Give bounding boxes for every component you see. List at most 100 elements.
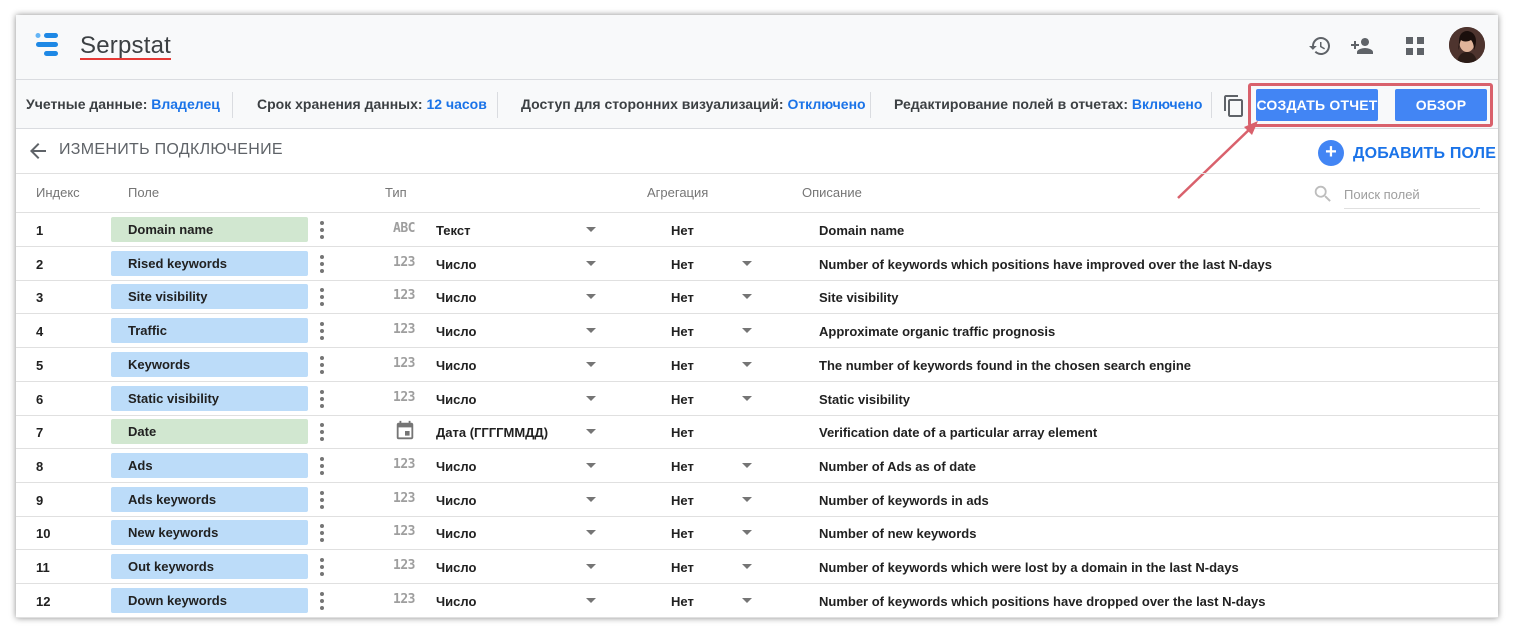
back-arrow-icon[interactable] — [26, 139, 50, 163]
add-person-icon[interactable] — [1350, 34, 1374, 58]
more-vert-icon[interactable] — [315, 320, 329, 342]
info-credentials-value[interactable]: Владелец — [151, 96, 220, 112]
field-name-chip[interactable]: Rised keywords — [111, 250, 308, 276]
aggregation-dropdown-caret-icon[interactable] — [742, 260, 752, 266]
aggregation-select[interactable]: Нет — [671, 560, 694, 575]
field-name-chip[interactable]: Traffic — [111, 318, 308, 344]
aggregation-dropdown-caret-icon[interactable] — [742, 328, 752, 334]
field-name-chip[interactable]: Static visibility — [111, 385, 308, 411]
field-type-select[interactable]: Число — [436, 324, 476, 339]
type-dropdown-caret-icon[interactable] — [586, 530, 596, 536]
type-dropdown-caret-icon[interactable] — [586, 429, 596, 435]
table-row[interactable]: 9 Ads keywords 123 Число Нет Number of k… — [16, 483, 1498, 517]
field-type-select[interactable]: Число — [436, 526, 476, 541]
aggregation-dropdown-caret-icon[interactable] — [742, 462, 752, 468]
more-vert-icon[interactable] — [315, 455, 329, 477]
app-title[interactable]: Serpstat — [80, 32, 171, 60]
type-dropdown-caret-icon[interactable] — [586, 294, 596, 300]
field-name-chip[interactable]: Ads — [111, 452, 308, 478]
field-type-select[interactable]: Число — [436, 594, 476, 609]
history-icon[interactable] — [1308, 34, 1332, 58]
table-row[interactable]: 1 Domain name ABC Текст Нет Domain name — [16, 213, 1498, 247]
table-row[interactable]: 2 Rised keywords 123 Число Нет Number of… — [16, 247, 1498, 281]
more-vert-icon[interactable] — [315, 253, 329, 275]
more-vert-icon[interactable] — [315, 421, 329, 443]
add-field-button[interactable]: ДОБАВИТЬ ПОЛЕ — [1353, 145, 1496, 163]
aggregation-dropdown-caret-icon[interactable] — [742, 361, 752, 367]
field-type-select[interactable]: Число — [436, 257, 476, 272]
field-name-chip[interactable]: Ads keywords — [111, 486, 308, 512]
aggregation-select[interactable]: Нет — [671, 526, 694, 541]
apps-grid-icon[interactable] — [1403, 34, 1427, 58]
field-description[interactable]: The number of keywords found in the chos… — [819, 358, 1191, 373]
field-type-select[interactable]: Текст — [436, 223, 470, 238]
aggregation-select[interactable]: Нет — [671, 223, 694, 238]
info-field-editing-value[interactable]: Включено — [1132, 96, 1203, 112]
field-description[interactable]: Static visibility — [819, 392, 910, 407]
aggregation-select[interactable]: Нет — [671, 290, 694, 305]
more-vert-icon[interactable] — [315, 286, 329, 308]
field-type-select[interactable]: Дата (ГГГГММДД) — [436, 425, 548, 440]
field-type-select[interactable]: Число — [436, 560, 476, 575]
search-fields-input[interactable] — [1344, 181, 1480, 209]
info-community-viz-value[interactable]: Отключено — [787, 96, 865, 112]
field-description[interactable]: Number of Ads as of date — [819, 459, 976, 474]
field-name-chip[interactable]: Down keywords — [111, 587, 308, 613]
aggregation-dropdown-caret-icon[interactable] — [742, 597, 752, 603]
type-dropdown-caret-icon[interactable] — [586, 395, 596, 401]
field-type-select[interactable]: Число — [436, 290, 476, 305]
field-description[interactable]: Number of keywords which positions have … — [819, 257, 1272, 272]
more-vert-icon[interactable] — [315, 489, 329, 511]
type-dropdown-caret-icon[interactable] — [586, 462, 596, 468]
type-dropdown-caret-icon[interactable] — [586, 227, 596, 232]
type-dropdown-caret-icon[interactable] — [586, 328, 596, 334]
overview-button[interactable]: ОБЗОР — [1395, 89, 1487, 121]
aggregation-select[interactable]: Нет — [671, 493, 694, 508]
field-name-chip[interactable]: New keywords — [111, 520, 308, 546]
table-row[interactable]: 8 Ads 123 Число Нет Number of Ads as of … — [16, 449, 1498, 483]
aggregation-dropdown-caret-icon[interactable] — [742, 530, 752, 536]
aggregation-select[interactable]: Нет — [671, 324, 694, 339]
field-name-chip[interactable]: Out keywords — [111, 554, 308, 579]
type-dropdown-caret-icon[interactable] — [586, 597, 596, 603]
field-type-select[interactable]: Число — [436, 392, 476, 407]
edit-connection-link[interactable]: ИЗМЕНИТЬ ПОДКЛЮЧЕНИЕ — [59, 141, 283, 159]
aggregation-dropdown-caret-icon[interactable] — [742, 496, 752, 502]
table-row[interactable]: 11 Out keywords 123 Число Нет Number of … — [16, 550, 1498, 584]
add-circle-icon[interactable]: + — [1318, 140, 1344, 166]
field-description[interactable]: Number of keywords which were lost by a … — [819, 560, 1239, 575]
user-avatar[interactable] — [1449, 27, 1485, 63]
field-type-select[interactable]: Число — [436, 358, 476, 373]
more-vert-icon[interactable] — [315, 219, 329, 241]
info-data-freshness-value[interactable]: 12 часов — [426, 96, 486, 112]
serpstat-logo-icon[interactable] — [34, 32, 70, 58]
aggregation-select[interactable]: Нет — [671, 459, 694, 474]
aggregation-dropdown-caret-icon[interactable] — [742, 395, 752, 401]
field-description[interactable]: Number of new keywords — [819, 526, 976, 541]
table-row[interactable]: 10 New keywords 123 Число Нет Number of … — [16, 516, 1498, 551]
aggregation-dropdown-caret-icon[interactable] — [742, 294, 752, 300]
table-row[interactable]: 7 Date Дата (ГГГГММДД) Нет Verification … — [16, 415, 1498, 450]
field-description[interactable]: Number of keywords which positions have … — [819, 594, 1265, 609]
type-dropdown-caret-icon[interactable] — [586, 260, 596, 266]
aggregation-select[interactable]: Нет — [671, 257, 694, 272]
table-row[interactable]: 3 Site visibility 123 Число Нет Site vis… — [16, 280, 1498, 315]
more-vert-icon[interactable] — [315, 556, 329, 578]
aggregation-dropdown-caret-icon[interactable] — [742, 564, 752, 569]
more-vert-icon[interactable] — [315, 354, 329, 376]
field-description[interactable]: Verification date of a particular array … — [819, 425, 1097, 440]
field-type-select[interactable]: Число — [436, 459, 476, 474]
more-vert-icon[interactable] — [315, 388, 329, 410]
more-vert-icon[interactable] — [315, 522, 329, 544]
type-dropdown-caret-icon[interactable] — [586, 496, 596, 502]
create-report-button[interactable]: СОЗДАТЬ ОТЧЕТ — [1256, 89, 1378, 121]
table-row[interactable]: 6 Static visibility 123 Число Нет Static… — [16, 382, 1498, 416]
field-name-chip[interactable]: Keywords — [111, 351, 308, 377]
field-description[interactable]: Approximate organic traffic prognosis — [819, 324, 1055, 339]
type-dropdown-caret-icon[interactable] — [586, 361, 596, 367]
aggregation-select[interactable]: Нет — [671, 425, 694, 440]
type-dropdown-caret-icon[interactable] — [586, 564, 596, 569]
table-row[interactable]: 12 Down keywords 123 Число Нет Number of… — [16, 584, 1498, 618]
table-row[interactable]: 5 Keywords 123 Число Нет The number of k… — [16, 348, 1498, 382]
field-description[interactable]: Domain name — [819, 223, 904, 238]
